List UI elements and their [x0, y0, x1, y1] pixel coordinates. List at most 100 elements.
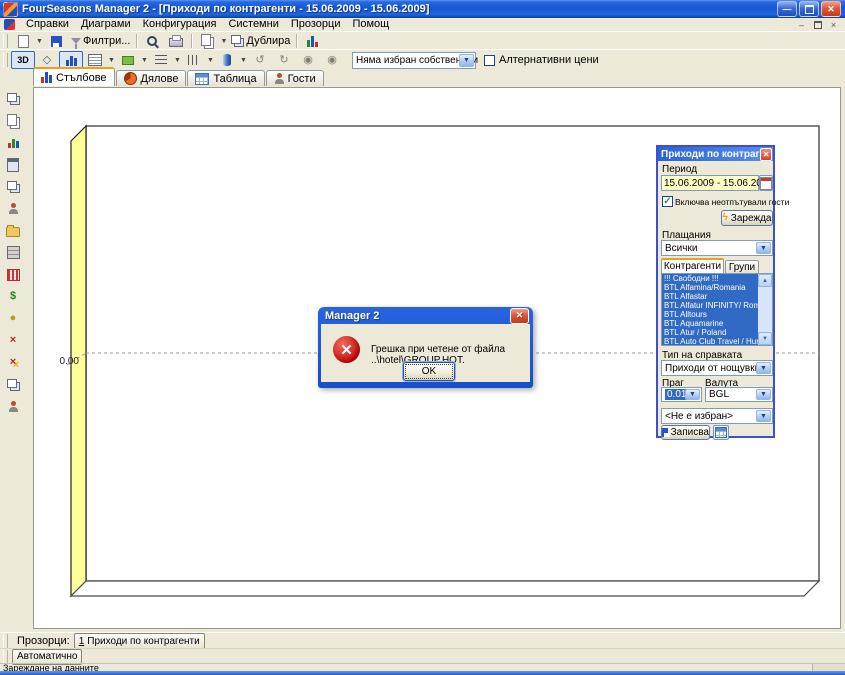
- toolbar-grip[interactable]: [3, 34, 8, 48]
- currency-combobox[interactable]: BGL ▼: [705, 387, 773, 402]
- payments-combobox[interactable]: Всички ▼: [661, 240, 773, 256]
- contractors-listbox[interactable]: !!! Свободни !!! BTL Alfamina/Romania BT…: [661, 273, 773, 346]
- restore-button[interactable]: [799, 1, 819, 17]
- scroll-up-icon[interactable]: ▲: [758, 274, 772, 287]
- menu-reports[interactable]: Справки: [20, 18, 75, 31]
- owners-combobox[interactable]: Няма избран собственици ▼: [352, 52, 476, 69]
- dialog-close-button[interactable]: ✕: [510, 308, 529, 324]
- duplicate-button[interactable]: Дублира: [228, 32, 293, 50]
- list-item[interactable]: BTL Alfastar: [662, 292, 758, 301]
- load-button[interactable]: ϟ Зарежда: [721, 210, 773, 226]
- copy-window-button[interactable]: [2, 177, 24, 196]
- window-export-button[interactable]: [2, 375, 24, 394]
- menu-system[interactable]: Системни: [222, 18, 284, 31]
- tab-guests[interactable]: Гости: [266, 70, 324, 86]
- rotate-left-button[interactable]: ↺: [248, 51, 272, 69]
- panel-close-button[interactable]: ✕: [760, 148, 772, 161]
- panel-title-bar[interactable]: Приходи по контрагенти ✕: [658, 147, 773, 161]
- new-report-button[interactable]: [11, 32, 35, 50]
- 3d-toggle-button[interactable]: 3D: [11, 51, 35, 69]
- threshold-combobox[interactable]: 0.01 ▼: [661, 387, 702, 402]
- tab-guests-label: Гости: [288, 73, 316, 85]
- sound-button-1[interactable]: ◉: [296, 51, 320, 69]
- print-button[interactable]: [164, 32, 188, 50]
- menu-windows[interactable]: Прозорци: [285, 18, 347, 31]
- report-type-combobox[interactable]: Приходи от нощувки ▼: [661, 360, 773, 376]
- tab-bars[interactable]: Стълбове: [33, 67, 115, 86]
- menu-configuration[interactable]: Конфигурация: [137, 18, 223, 31]
- cash-button[interactable]: ●: [2, 309, 24, 328]
- save-button[interactable]: [44, 32, 68, 50]
- print-preview-button[interactable]: [140, 32, 164, 50]
- scroll-down-icon[interactable]: ▼: [758, 332, 772, 345]
- close-button[interactable]: ✕: [821, 1, 841, 17]
- cylinder-dropdown[interactable]: ▼: [239, 52, 248, 68]
- duplicate-window-icon: [231, 35, 241, 44]
- window-task-button[interactable]: 1 Приходи по контрагенти: [74, 633, 205, 649]
- folders-button[interactable]: [2, 221, 24, 240]
- list-item[interactable]: BTL Alfamina/Romania: [662, 283, 758, 292]
- sound-button-2[interactable]: ◉: [320, 51, 344, 69]
- list-item[interactable]: BTL Atur / Poland: [662, 328, 758, 337]
- list-item[interactable]: BTL Aquamarine: [662, 319, 758, 328]
- rotate-right-button[interactable]: ↻: [272, 51, 296, 69]
- period-field[interactable]: 15.06.2009 - 15.06.2009: [661, 175, 759, 191]
- list-item[interactable]: BTL Auto Club Travel / Hunga: [662, 337, 758, 346]
- cancel-booking-button[interactable]: ×: [2, 331, 24, 350]
- cylinder-style-button[interactable]: [215, 51, 239, 69]
- tab-groups[interactable]: Групи: [725, 260, 759, 273]
- archive-button[interactable]: [2, 243, 24, 262]
- minimize-button[interactable]: —: [777, 1, 797, 17]
- vertical-grid-button[interactable]: [182, 51, 206, 69]
- include-guests-checkbox[interactable]: ✓: [662, 196, 673, 207]
- toolbar-grip[interactable]: [3, 634, 8, 648]
- chart-button[interactable]: [300, 32, 324, 50]
- alt-prices-checkbox[interactable]: [484, 55, 495, 66]
- tab-contractors[interactable]: Контрагенти: [661, 258, 724, 273]
- guests-list-button[interactable]: [2, 199, 24, 218]
- list-item[interactable]: !!! Свободни !!!: [662, 274, 758, 283]
- cascade-windows-button[interactable]: [2, 89, 24, 108]
- export-page-button[interactable]: [2, 111, 24, 130]
- list-item[interactable]: BTL Alltours: [662, 310, 758, 319]
- mdi-minimize-button[interactable]: –: [795, 19, 808, 30]
- vertical-grid-dropdown[interactable]: ▼: [206, 52, 215, 68]
- tab-table[interactable]: Таблица: [187, 70, 264, 86]
- grid-view-button[interactable]: [713, 425, 729, 440]
- dialog-title-bar[interactable]: Manager 2 ✕: [321, 307, 530, 324]
- payments-button[interactable]: $: [2, 287, 24, 306]
- guest-stats-icon: [8, 401, 18, 412]
- filter-button[interactable]: Филтри...: [68, 32, 133, 50]
- payments-value: Всички: [665, 243, 697, 254]
- menu-diagrams[interactable]: Диаграми: [75, 18, 137, 31]
- tab-pie[interactable]: Дялове: [116, 70, 187, 86]
- guest-stats-button[interactable]: [2, 397, 24, 416]
- export-button[interactable]: [195, 32, 219, 50]
- list-scrollbar[interactable]: ▲ ▼: [758, 274, 772, 345]
- labels-button[interactable]: [116, 51, 140, 69]
- occupancy-grid-button[interactable]: [2, 265, 24, 284]
- calculator-button[interactable]: [2, 155, 24, 174]
- legend-dropdown[interactable]: ▼: [107, 52, 116, 68]
- toolbar-grip[interactable]: [3, 650, 8, 664]
- mdi-restore-button[interactable]: [811, 19, 824, 30]
- ok-button[interactable]: OK: [403, 362, 455, 381]
- tab-groups-label: Групи: [729, 262, 755, 273]
- guests-icon: [8, 203, 18, 214]
- selection-combobox[interactable]: <Не е избран> ▼: [661, 408, 773, 424]
- new-report-dropdown[interactable]: ▼: [35, 33, 44, 49]
- save-report-button[interactable]: Записва: [661, 425, 710, 440]
- document-menu-icon: [4, 19, 15, 30]
- toolbar-grip[interactable]: [3, 53, 8, 67]
- cancel-price-button[interactable]: ×: [2, 353, 24, 372]
- labels-dropdown[interactable]: ▼: [140, 52, 149, 68]
- color-chart-button[interactable]: [2, 133, 24, 152]
- menu-help[interactable]: Помощ: [346, 18, 395, 31]
- list-item[interactable]: BTL Alfatur INFINITY/ Romani: [662, 301, 758, 310]
- horizontal-grid-dropdown[interactable]: ▼: [173, 52, 182, 68]
- horizontal-grid-button[interactable]: [149, 51, 173, 69]
- mdi-close-button[interactable]: ×: [827, 19, 840, 30]
- calendar-button[interactable]: [759, 175, 773, 191]
- calculator-icon: [7, 158, 19, 172]
- export-dropdown[interactable]: ▼: [219, 33, 228, 49]
